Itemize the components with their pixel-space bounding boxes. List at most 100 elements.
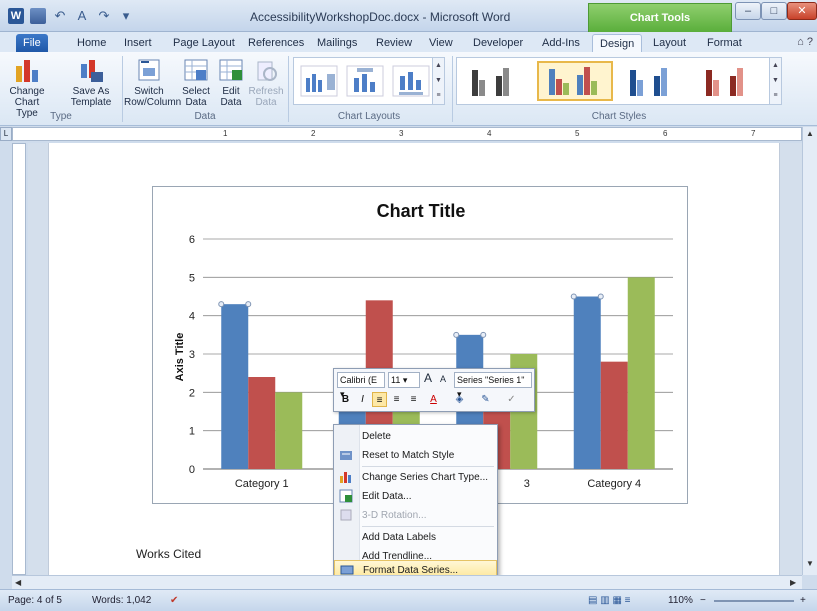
word-logo-icon[interactable]: W [8, 8, 24, 24]
shrink-font-button[interactable]: A [440, 374, 446, 384]
chart-style-2-thumbnail[interactable] [537, 61, 613, 101]
menu-item-3d-rotation: 3-D Rotation... [334, 506, 497, 525]
tab-home[interactable]: Home [70, 34, 113, 52]
zoom-slider[interactable] [714, 600, 794, 602]
menu-item-delete[interactable]: Delete [334, 427, 497, 446]
chart-style-4-thumbnail[interactable] [695, 61, 765, 101]
tab-view[interactable]: View [422, 34, 460, 52]
font-name-field[interactable]: Calibri (E ▾ [337, 372, 385, 399]
chart-layouts-gallery[interactable]: ▲ ▼ ≡ [293, 57, 445, 105]
tab-add-ins[interactable]: Add-Ins [535, 34, 587, 52]
edit-data-button[interactable]: Edit Data [216, 56, 246, 108]
y-axis-title[interactable]: Axis Title [174, 333, 186, 382]
type-group-label: Type [50, 111, 72, 122]
zoom-out-button[interactable]: − [700, 595, 706, 606]
redo-icon[interactable]: ↷ [96, 8, 112, 24]
selection-handle[interactable] [453, 331, 460, 338]
proofing-icon[interactable]: ✔ [170, 595, 178, 606]
bar-series-2-4[interactable] [600, 361, 628, 469]
chart-style-1-thumbnail[interactable] [461, 61, 531, 101]
maximize-button[interactable]: □ [761, 2, 787, 20]
view-buttons-icon[interactable]: ▤ ▥ ▦ ≡ [588, 595, 631, 606]
format-painter-icon[interactable]: A [74, 8, 90, 24]
help-icon[interactable]: ⌂ ? [797, 36, 813, 48]
refresh-data-button[interactable]: Refresh Data [248, 56, 284, 108]
chart-styles-scroll[interactable]: ▲ ▼ ≡ [769, 58, 781, 104]
bold-button[interactable]: B [338, 392, 353, 407]
grow-font-button[interactable]: A [424, 371, 432, 385]
selection-handle[interactable] [480, 331, 487, 338]
menu-separator [362, 526, 494, 527]
align-right-icon[interactable]: ≡ [406, 392, 421, 407]
tab-format[interactable]: Format [700, 34, 749, 52]
bar-series-3-4[interactable] [627, 277, 655, 469]
chart-layout-3-thumbnail[interactable] [390, 61, 432, 101]
close-button[interactable]: ✕ [787, 2, 817, 20]
horizontal-ruler[interactable]: 1 2 3 4 5 6 7 [12, 127, 802, 141]
italic-button[interactable]: I [355, 392, 370, 407]
bar-series-2-1[interactable] [248, 377, 276, 469]
shape-outline-icon[interactable]: ✎ [478, 392, 493, 407]
tab-file[interactable]: File [16, 34, 48, 52]
group-separator [288, 56, 289, 122]
format-painter-icon[interactable]: ✓ [504, 392, 519, 407]
zoom-in-button[interactable]: + [800, 595, 806, 606]
font-color-icon[interactable]: A [426, 392, 441, 407]
customize-qat-icon[interactable]: ▾ [118, 8, 134, 24]
zoom-level[interactable]: 110% [668, 595, 693, 606]
chart-style-3-thumbnail[interactable] [619, 61, 689, 101]
works-cited-heading[interactable]: Works Cited [136, 547, 201, 561]
scroll-down-arrow-icon[interactable]: ▼ [806, 559, 814, 568]
edit-data-icon [339, 489, 353, 503]
ruler-number: 4 [487, 129, 492, 138]
tab-references[interactable]: References [241, 34, 311, 52]
menu-item-edit-data[interactable]: Edit Data... [334, 487, 497, 506]
switch-row-column-button[interactable]: Switch Row/Column [124, 56, 181, 108]
selection-handle[interactable] [570, 293, 577, 300]
status-bar: Page: 4 of 5 Words: 1,042 ✔ ▤ ▥ ▦ ≡ 110%… [0, 589, 817, 611]
undo-icon[interactable]: ↶ [52, 8, 68, 24]
tab-insert[interactable]: Insert [117, 34, 159, 52]
scroll-right-arrow-icon[interactable]: ▶ [790, 578, 796, 587]
tab-selector[interactable]: L [0, 127, 12, 141]
word-count[interactable]: Words: 1,042 [92, 595, 151, 606]
selection-handle[interactable] [245, 301, 252, 308]
tab-layout[interactable]: Layout [646, 34, 693, 52]
chart-layout-2-thumbnail[interactable] [344, 61, 386, 101]
page-count[interactable]: Page: 4 of 5 [8, 595, 62, 606]
selection-handle[interactable] [218, 301, 225, 308]
font-size-field[interactable]: 11 ▾ [388, 372, 420, 388]
menu-item-reset-to-match-style[interactable]: Reset to Match Style [334, 446, 497, 465]
chart-styles-gallery[interactable]: ▲ ▼ ≡ [456, 57, 782, 105]
horizontal-scrollbar[interactable]: ◀ ▶ [12, 575, 802, 589]
save-icon[interactable] [30, 8, 46, 24]
scroll-up-arrow-icon[interactable]: ▲ [806, 129, 814, 138]
bar-series-3-1[interactable] [275, 392, 303, 469]
tab-mailings[interactable]: Mailings [310, 34, 364, 52]
tab-review[interactable]: Review [369, 34, 419, 52]
scroll-left-arrow-icon[interactable]: ◀ [15, 578, 21, 587]
select-data-label: Select Data [182, 86, 210, 108]
bar-series-1-1[interactable] [221, 304, 249, 469]
align-center-icon[interactable]: ≡ [389, 392, 404, 407]
vertical-ruler[interactable] [12, 143, 26, 575]
chart-title[interactable]: Chart Title [377, 201, 466, 221]
vertical-scrollbar[interactable]: ▲ ▼ [802, 127, 817, 575]
align-left-icon[interactable]: ≡ [372, 392, 387, 407]
tab-page-layout[interactable]: Page Layout [166, 34, 242, 52]
select-data-button[interactable]: Select Data [178, 56, 214, 108]
font-name-value: Calibri (E [340, 375, 378, 385]
chart-layout-1-thumbnail[interactable] [298, 61, 340, 101]
change-chart-type-button[interactable]: Change Chart Type [4, 56, 50, 119]
minimize-button[interactable]: – [735, 2, 761, 20]
tab-developer[interactable]: Developer [466, 34, 530, 52]
shape-fill-icon[interactable]: ◈ [452, 392, 467, 407]
chart-element-selector[interactable]: Series "Series 1" ▾ [454, 372, 532, 399]
tab-design[interactable]: Design [592, 34, 643, 52]
save-as-template-button[interactable]: Save As Template [68, 56, 114, 108]
menu-item-add-data-labels[interactable]: Add Data Labels [334, 528, 497, 547]
chart-layouts-scroll[interactable]: ▲ ▼ ≡ [432, 58, 444, 104]
menu-item-change-series-chart-type[interactable]: Change Series Chart Type... [334, 468, 497, 487]
selection-handle[interactable] [597, 293, 604, 300]
bar-series-1-4[interactable] [573, 296, 601, 470]
